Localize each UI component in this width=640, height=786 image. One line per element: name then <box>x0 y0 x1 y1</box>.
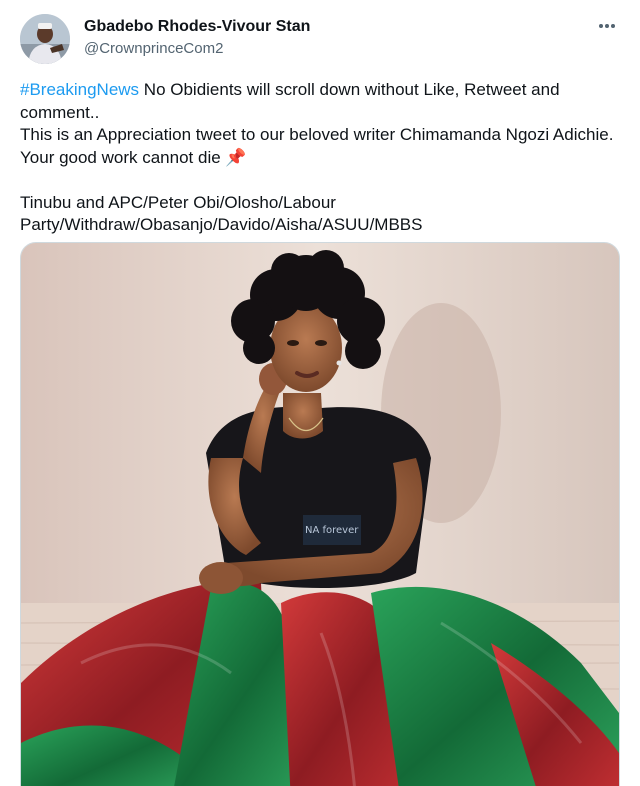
pushpin-emoji: 📌 <box>225 147 247 167</box>
tweet-text: #BreakingNews No Obidients will scroll d… <box>20 79 620 237</box>
tweet-header: Gbadebo Rhodes-Vivour Stan @CrownprinceC… <box>20 14 626 66</box>
author-names: Gbadebo Rhodes-Vivour Stan @CrownprinceC… <box>84 17 310 59</box>
more-options-button[interactable] <box>592 14 622 38</box>
author-avatar[interactable] <box>20 14 70 64</box>
avatar-image <box>20 14 70 64</box>
tweet-tags-line: Tinubu and APC/Peter Obi/Olosho/Labour P… <box>20 192 423 235</box>
author-handle[interactable]: @CrownprinceCom2 <box>84 39 310 59</box>
tweet-card[interactable]: Gbadebo Rhodes-Vivour Stan @CrownprinceC… <box>0 0 640 786</box>
hashtag-link[interactable]: #BreakingNews <box>20 80 139 99</box>
tweet-media-photo[interactable]: NA forever <box>20 242 620 786</box>
tweet-line-2: This is an Appreciation tweet to our bel… <box>20 124 620 169</box>
shirt-print-text: NA forever <box>305 525 359 536</box>
tweet-line-2-text: This is an Appreciation tweet to our bel… <box>20 125 614 167</box>
author-display-name[interactable]: Gbadebo Rhodes-Vivour Stan <box>84 17 310 37</box>
more-horizontal-icon <box>599 24 615 28</box>
tweet-line-1: #BreakingNews No Obidients will scroll d… <box>20 79 620 124</box>
photo-portrait-woman: NA forever <box>21 243 619 786</box>
